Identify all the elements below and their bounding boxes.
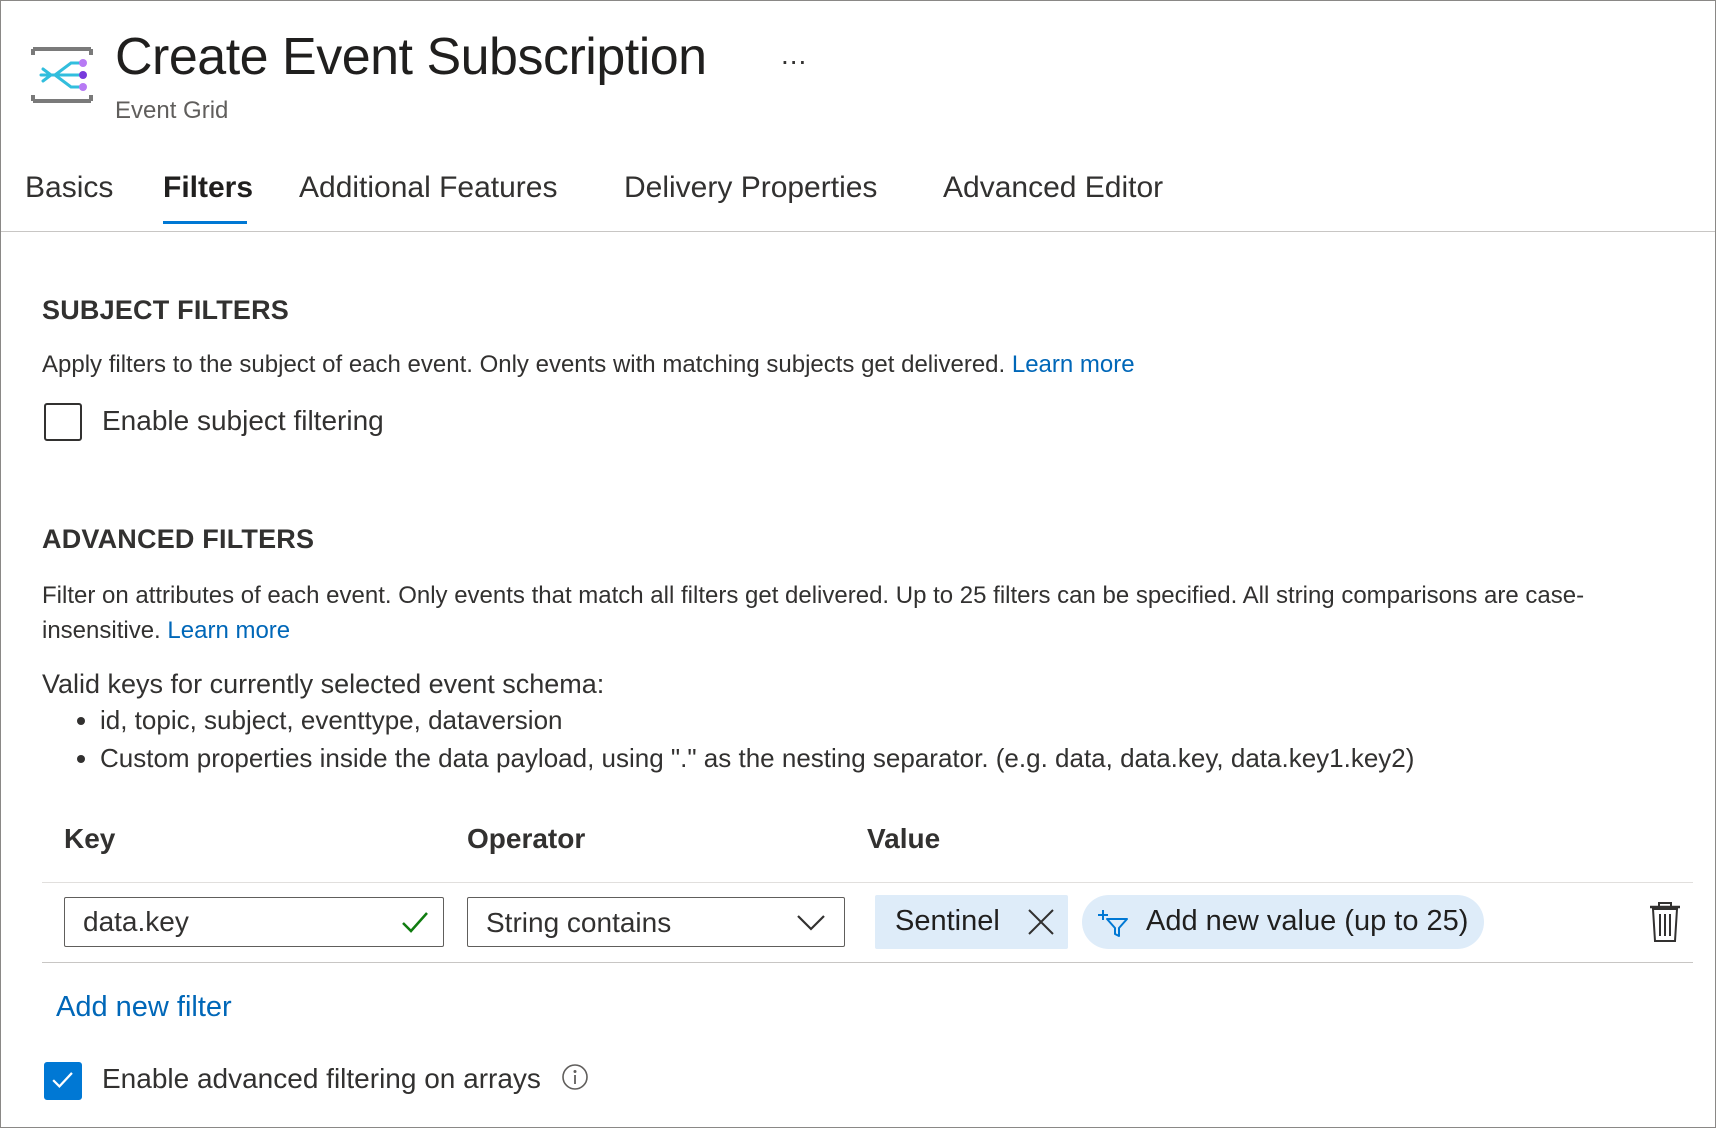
column-header-operator: Operator: [467, 823, 586, 854]
valid-keys-list: id, topic, subject, eventtype, dataversi…: [42, 701, 1414, 777]
tab-advanced-editor[interactable]: Advanced Editor: [943, 171, 1163, 205]
valid-check-icon: [402, 912, 428, 933]
page-subtitle: Event Grid: [115, 97, 229, 124]
list-item: id, topic, subject, eventtype, dataversi…: [100, 701, 1414, 739]
tab-bar: Basics Filters Additional Features Deliv…: [1, 151, 1715, 232]
column-header-value: Value: [867, 823, 941, 854]
advanced-filters-heading: ADVANCED FILTERS: [42, 524, 315, 554]
event-grid-icon: [31, 47, 93, 103]
event-subscription-panel: Create Event Subscription ... Event Grid…: [0, 0, 1716, 1128]
add-new-value-button[interactable]: Add new value (up to 25): [1082, 895, 1484, 949]
more-options-button[interactable]: ...: [781, 39, 807, 71]
operator-selected-value: String contains: [486, 907, 672, 938]
table-divider: [42, 962, 1693, 963]
subject-filters-heading: SUBJECT FILTERS: [42, 295, 290, 325]
subject-filters-description: Apply filters to the subject of each eve…: [42, 351, 1135, 378]
tab-filters[interactable]: Filters: [163, 171, 253, 205]
checkmark-icon: [52, 1072, 73, 1088]
chevron-down-icon: [797, 915, 825, 931]
enable-array-filtering-checkbox[interactable]: [44, 1062, 82, 1100]
value-chip-label: Sentinel: [895, 905, 1000, 937]
tab-basics[interactable]: Basics: [25, 171, 113, 205]
add-filter-icon: [1098, 910, 1128, 937]
advanced-filters-learn-more-link[interactable]: Learn more: [167, 617, 290, 644]
add-new-filter-link[interactable]: Add new filter: [56, 991, 232, 1024]
add-new-value-label: Add new value (up to 25): [1146, 905, 1469, 937]
valid-keys-label: Valid keys for currently selected event …: [42, 669, 605, 699]
close-icon[interactable]: [1026, 907, 1056, 937]
subject-filters-learn-more-link[interactable]: Learn more: [1012, 351, 1135, 378]
delete-filter-icon[interactable]: [1649, 902, 1681, 942]
advanced-filters-description: Filter on attributes of each event. Only…: [42, 582, 1585, 644]
enable-array-filtering-label: Enable advanced filtering on arrays: [102, 1063, 541, 1094]
info-icon[interactable]: [561, 1063, 589, 1091]
page-title: Create Event Subscription: [115, 28, 707, 86]
table-divider: [42, 882, 1693, 883]
active-tab-indicator: [163, 221, 247, 224]
enable-subject-filtering-checkbox[interactable]: [44, 403, 82, 441]
list-item: Custom properties inside the data payloa…: [100, 739, 1414, 777]
tab-delivery-properties[interactable]: Delivery Properties: [624, 171, 877, 205]
panel-header: Create Event Subscription ... Event Grid: [1, 1, 1715, 151]
enable-subject-filtering-label: Enable subject filtering: [102, 405, 384, 436]
filter-key-field[interactable]: [64, 897, 444, 947]
column-header-key: Key: [64, 823, 116, 854]
filter-key-input[interactable]: [83, 898, 383, 946]
value-chip: Sentinel: [875, 895, 1068, 949]
operator-dropdown[interactable]: String contains: [467, 897, 845, 947]
tab-additional-features[interactable]: Additional Features: [299, 171, 558, 205]
